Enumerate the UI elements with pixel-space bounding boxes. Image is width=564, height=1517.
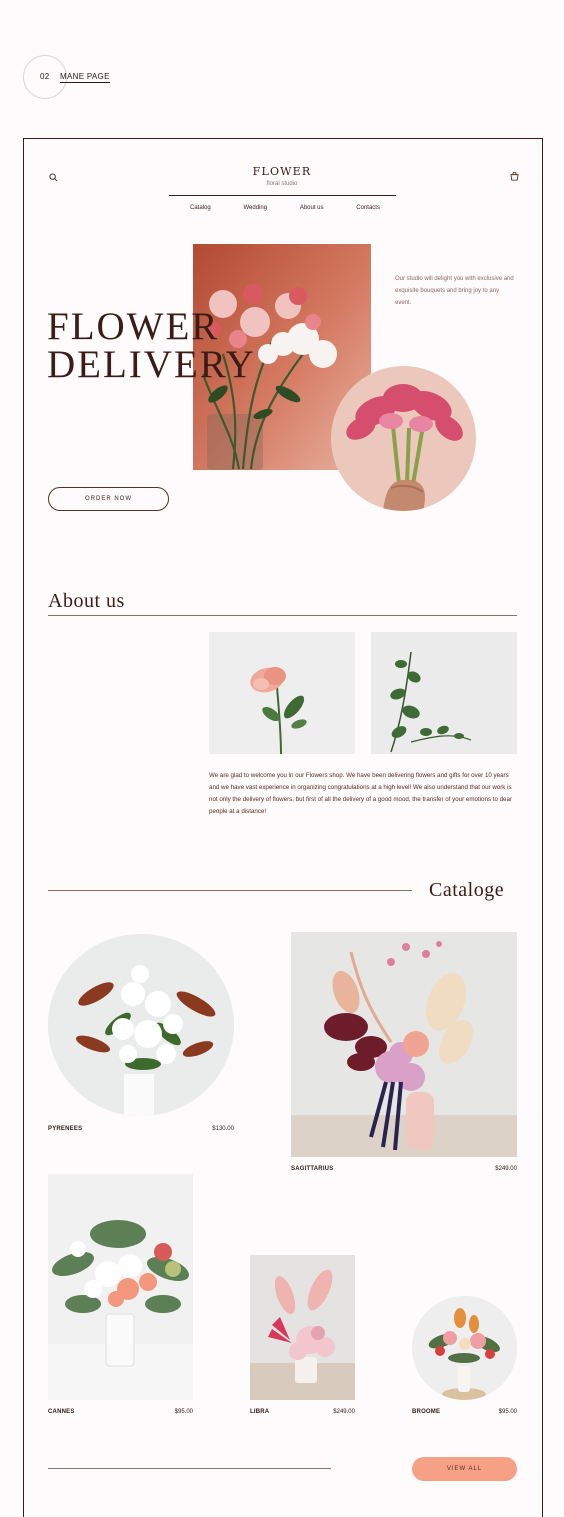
product-price-pyrenees: $130.00 [212, 1126, 234, 1132]
main-nav: Catalog Wedding About us Contacts [190, 205, 380, 211]
product-name-broome[interactable]: BROOME [412, 1409, 440, 1415]
page-badge: 02 MANE PAGE [40, 72, 110, 83]
hero-description: Our studio will delight you with exclusi… [395, 276, 514, 306]
page-title: MANE PAGE [60, 72, 110, 83]
about-title: About us [48, 590, 125, 612]
nav-item-wedding[interactable]: Wedding [243, 205, 267, 211]
product-name-cannes[interactable]: CANNES [48, 1409, 75, 1415]
nav-item-contacts[interactable]: Contacts [356, 205, 380, 211]
product-name-sagittarius[interactable]: SAGITTARIUS [291, 1166, 333, 1172]
site-logo[interactable]: FLOWER [0, 165, 564, 178]
order-now-button[interactable]: ORDER NOW [48, 487, 169, 511]
product-name-pyrenees[interactable]: PYRENEES [48, 1126, 82, 1132]
product-price-libra: $249.00 [333, 1409, 355, 1415]
rose-image [209, 632, 355, 754]
nav-divider [169, 195, 396, 196]
catalog-divider [48, 890, 412, 891]
product-image-pyrenees[interactable] [48, 934, 234, 1116]
about-text: We are glad to welcome you in our Flower… [209, 772, 513, 815]
eucalyptus-image [371, 632, 517, 754]
product-name-libra[interactable]: LIBRA [250, 1409, 269, 1415]
nav-item-about[interactable]: About us [300, 205, 324, 211]
hero-title-line2: DELIVERY [47, 343, 256, 386]
product-image-cannes[interactable] [48, 1174, 193, 1400]
page-number: 02 [40, 72, 50, 81]
catalog-title: Cataloge [429, 879, 505, 901]
product-image-broome[interactable] [412, 1296, 517, 1400]
catalog-bottom-divider [48, 1468, 331, 1469]
product-image-libra[interactable] [250, 1255, 355, 1400]
product-price-sagittarius: $249.00 [495, 1166, 517, 1172]
hero-circle-image [331, 366, 476, 511]
hero-title-line1: FLOWER [47, 305, 220, 348]
nav-item-catalog[interactable]: Catalog [190, 205, 211, 211]
product-price-cannes: $95.00 [174, 1409, 193, 1415]
hero-title: FLOWER DELIVERY [47, 305, 256, 386]
view-all-button[interactable]: VIEW ALL [412, 1457, 517, 1481]
product-price-broome: $95.00 [498, 1409, 517, 1415]
about-divider [48, 615, 517, 616]
site-subtitle: floral studio [266, 181, 298, 187]
product-image-sagittarius[interactable] [291, 932, 517, 1157]
